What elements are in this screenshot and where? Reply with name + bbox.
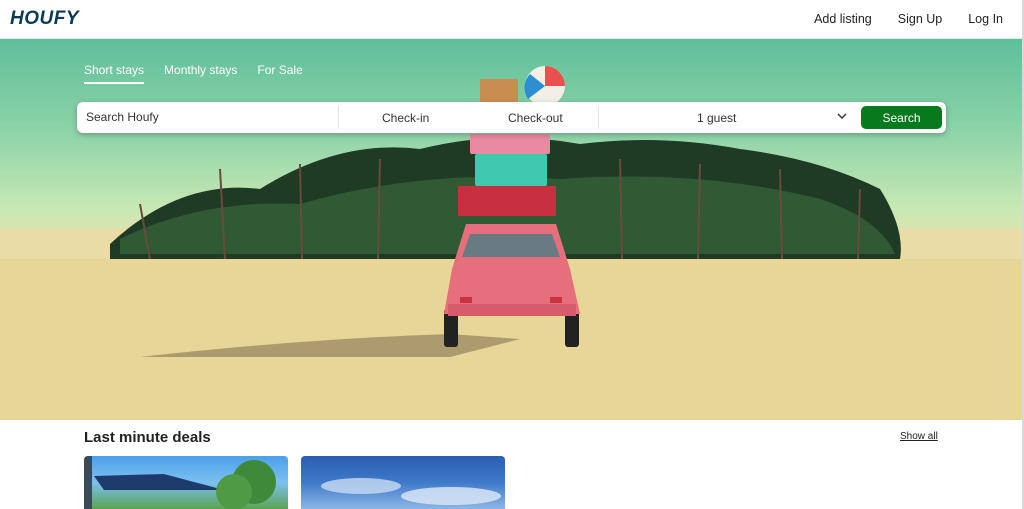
sign-up-link[interactable]: Sign Up bbox=[898, 12, 942, 26]
hero-banner: Short stays Monthly stays For Sale bbox=[0, 39, 1024, 420]
add-listing-link[interactable]: Add listing bbox=[814, 12, 872, 26]
search-divider bbox=[598, 106, 599, 129]
guests-select[interactable]: 1 guest bbox=[697, 111, 736, 125]
search-divider bbox=[338, 106, 339, 129]
deal-card-image bbox=[321, 478, 501, 505]
tab-short-stays[interactable]: Short stays bbox=[84, 63, 145, 84]
deal-card-image bbox=[84, 456, 276, 509]
hero-illustration bbox=[0, 66, 1024, 420]
deal-card[interactable] bbox=[301, 456, 505, 509]
log-in-link[interactable]: Log In bbox=[968, 12, 1003, 26]
tab-monthly-stays[interactable]: Monthly stays bbox=[164, 63, 237, 84]
search-input[interactable] bbox=[86, 110, 326, 124]
deals-section-title: Last minute deals bbox=[84, 429, 211, 446]
deal-card[interactable] bbox=[84, 456, 288, 509]
check-in-field[interactable]: Check-in bbox=[382, 111, 429, 125]
check-out-field[interactable]: Check-out bbox=[508, 111, 563, 125]
search-bar: Check-in Check-out 1 guest Search bbox=[77, 102, 946, 133]
chevron-down-icon[interactable] bbox=[837, 111, 847, 121]
top-nav: Add listing Sign Up Log In bbox=[788, 12, 1003, 26]
tab-for-sale[interactable]: For Sale bbox=[257, 63, 302, 84]
stay-type-tabs: Short stays Monthly stays For Sale bbox=[84, 63, 303, 84]
top-header: HOUFY Add listing Sign Up Log In bbox=[0, 0, 1024, 39]
show-all-link[interactable]: Show all bbox=[900, 431, 938, 442]
houfy-logo[interactable]: HOUFY bbox=[10, 8, 79, 30]
search-button[interactable]: Search bbox=[861, 106, 942, 129]
